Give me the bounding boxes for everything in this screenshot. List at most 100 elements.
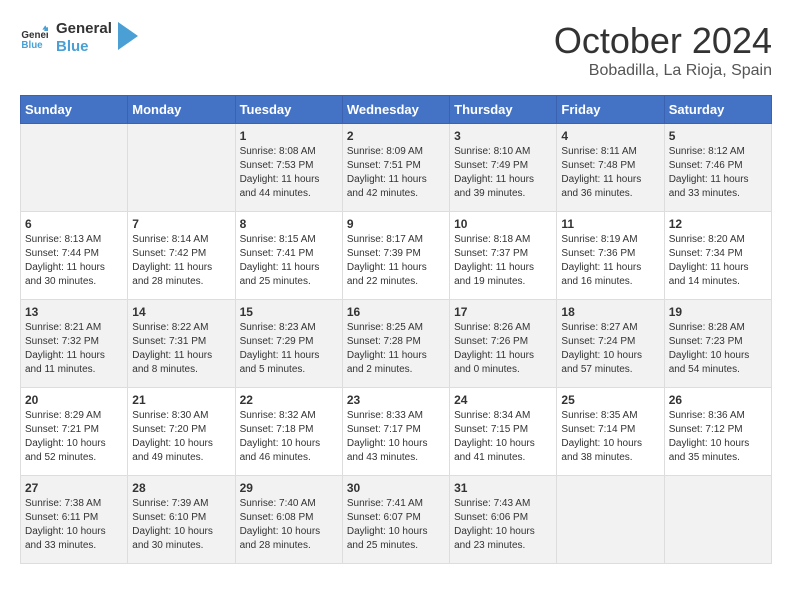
day-number: 1 [240,129,338,143]
calendar-cell [664,476,771,564]
week-row-5: 27 Sunrise: 7:38 AM Sunset: 6:11 PM Dayli… [21,476,772,564]
day-info: Sunrise: 8:32 AM Sunset: 7:18 PM Dayligh… [240,409,338,465]
day-number: 4 [561,129,659,143]
calendar-cell: 7 Sunrise: 8:14 AM Sunset: 7:42 PM Daylig… [128,212,235,300]
day-info: Sunrise: 7:39 AM Sunset: 6:10 PM Dayligh… [132,497,230,553]
calendar-cell: 29 Sunrise: 7:40 AM Sunset: 6:08 PM Dayli… [235,476,342,564]
week-row-4: 20 Sunrise: 8:29 AM Sunset: 7:21 PM Dayli… [21,388,772,476]
calendar-cell: 31 Sunrise: 7:43 AM Sunset: 6:06 PM Dayli… [450,476,557,564]
day-info: Sunrise: 7:40 AM Sunset: 6:08 PM Dayligh… [240,497,338,553]
day-header-thursday: Thursday [450,96,557,124]
day-header-sunday: Sunday [21,96,128,124]
day-info: Sunrise: 8:25 AM Sunset: 7:28 PM Dayligh… [347,321,445,377]
day-info: Sunrise: 8:19 AM Sunset: 7:36 PM Dayligh… [561,233,659,289]
svg-text:Blue: Blue [21,40,43,51]
day-header-monday: Monday [128,96,235,124]
day-info: Sunrise: 8:33 AM Sunset: 7:17 PM Dayligh… [347,409,445,465]
day-number: 11 [561,217,659,231]
calendar-cell: 20 Sunrise: 8:29 AM Sunset: 7:21 PM Dayli… [21,388,128,476]
day-info: Sunrise: 8:26 AM Sunset: 7:26 PM Dayligh… [454,321,552,377]
day-number: 9 [347,217,445,231]
day-info: Sunrise: 7:43 AM Sunset: 6:06 PM Dayligh… [454,497,552,553]
day-number: 2 [347,129,445,143]
header-row: SundayMondayTuesdayWednesdayThursdayFrid… [21,96,772,124]
calendar-cell: 3Sunrise: 8:10 AM Sunset: 7:49 PM Daylig… [450,124,557,212]
day-info: Sunrise: 8:20 AM Sunset: 7:34 PM Dayligh… [669,233,767,289]
day-number: 29 [240,481,338,495]
calendar-cell: 26Sunrise: 8:36 AM Sunset: 7:12 PM Dayli… [664,388,771,476]
day-number: 21 [132,393,230,407]
week-row-3: 13 Sunrise: 8:21 AM Sunset: 7:32 PM Dayli… [21,300,772,388]
calendar-cell: 17 Sunrise: 8:26 AM Sunset: 7:26 PM Dayli… [450,300,557,388]
day-info: Sunrise: 8:23 AM Sunset: 7:29 PM Dayligh… [240,321,338,377]
day-number: 16 [347,305,445,319]
day-info: Sunrise: 8:21 AM Sunset: 7:32 PM Dayligh… [25,321,123,377]
day-number: 27 [25,481,123,495]
day-header-friday: Friday [557,96,664,124]
calendar-cell: 14Sunrise: 8:22 AM Sunset: 7:31 PM Dayli… [128,300,235,388]
calendar-cell: 13 Sunrise: 8:21 AM Sunset: 7:32 PM Dayli… [21,300,128,388]
location-subtitle: Bobadilla, La Rioja, Spain [554,62,772,80]
day-info: Sunrise: 8:17 AM Sunset: 7:39 PM Dayligh… [347,233,445,289]
day-number: 13 [25,305,123,319]
day-info: Sunrise: 8:10 AM Sunset: 7:49 PM Dayligh… [454,145,552,201]
day-info: Sunrise: 8:35 AM Sunset: 7:14 PM Dayligh… [561,409,659,465]
calendar-cell: 22 Sunrise: 8:32 AM Sunset: 7:18 PM Dayli… [235,388,342,476]
day-number: 18 [561,305,659,319]
day-header-tuesday: Tuesday [235,96,342,124]
page-header: General Blue General Blue October 2024 B… [20,20,772,80]
day-info: Sunrise: 8:18 AM Sunset: 7:37 PM Dayligh… [454,233,552,289]
calendar-cell: 4 Sunrise: 8:11 AM Sunset: 7:48 PM Daylig… [557,124,664,212]
day-info: Sunrise: 8:14 AM Sunset: 7:42 PM Dayligh… [132,233,230,289]
day-number: 20 [25,393,123,407]
day-number: 8 [240,217,338,231]
calendar-cell: 16 Sunrise: 8:25 AM Sunset: 7:28 PM Dayli… [342,300,449,388]
day-info: Sunrise: 8:34 AM Sunset: 7:15 PM Dayligh… [454,409,552,465]
day-number: 31 [454,481,552,495]
calendar-cell: 27 Sunrise: 7:38 AM Sunset: 6:11 PM Dayli… [21,476,128,564]
month-title: October 2024 [554,20,772,62]
calendar-cell: 30Sunrise: 7:41 AM Sunset: 6:07 PM Dayli… [342,476,449,564]
calendar-cell: 11 Sunrise: 8:19 AM Sunset: 7:36 PM Dayli… [557,212,664,300]
day-info: Sunrise: 8:12 AM Sunset: 7:46 PM Dayligh… [669,145,767,201]
week-row-1: 1 Sunrise: 8:08 AM Sunset: 7:53 PM Daylig… [21,124,772,212]
day-number: 19 [669,305,767,319]
calendar-cell: 28 Sunrise: 7:39 AM Sunset: 6:10 PM Dayli… [128,476,235,564]
calendar-cell [128,124,235,212]
logo: General Blue General Blue [20,20,138,56]
calendar-cell: 18 Sunrise: 8:27 AM Sunset: 7:24 PM Dayli… [557,300,664,388]
calendar-cell [21,124,128,212]
day-header-saturday: Saturday [664,96,771,124]
calendar-cell: 8 Sunrise: 8:15 AM Sunset: 7:41 PM Daylig… [235,212,342,300]
logo-text-general: General [56,20,112,38]
logo-text-blue: Blue [56,38,112,56]
calendar-cell: 25 Sunrise: 8:35 AM Sunset: 7:14 PM Dayli… [557,388,664,476]
day-number: 25 [561,393,659,407]
day-info: Sunrise: 8:15 AM Sunset: 7:41 PM Dayligh… [240,233,338,289]
day-number: 12 [669,217,767,231]
day-info: Sunrise: 7:38 AM Sunset: 6:11 PM Dayligh… [25,497,123,553]
day-info: Sunrise: 8:27 AM Sunset: 7:24 PM Dayligh… [561,321,659,377]
day-number: 24 [454,393,552,407]
day-info: Sunrise: 8:13 AM Sunset: 7:44 PM Dayligh… [25,233,123,289]
day-number: 26 [669,393,767,407]
day-number: 5 [669,129,767,143]
day-info: Sunrise: 8:29 AM Sunset: 7:21 PM Dayligh… [25,409,123,465]
day-info: Sunrise: 8:08 AM Sunset: 7:53 PM Dayligh… [240,145,338,201]
calendar-cell: 19Sunrise: 8:28 AM Sunset: 7:23 PM Dayli… [664,300,771,388]
calendar-cell: 23 Sunrise: 8:33 AM Sunset: 7:17 PM Dayli… [342,388,449,476]
calendar-cell: 15 Sunrise: 8:23 AM Sunset: 7:29 PM Dayli… [235,300,342,388]
logo-icon: General Blue [20,24,48,52]
day-number: 22 [240,393,338,407]
day-header-wednesday: Wednesday [342,96,449,124]
day-number: 7 [132,217,230,231]
title-block: October 2024 Bobadilla, La Rioja, Spain [554,20,772,80]
day-info: Sunrise: 8:11 AM Sunset: 7:48 PM Dayligh… [561,145,659,201]
calendar-cell: 5 Sunrise: 8:12 AM Sunset: 7:46 PM Daylig… [664,124,771,212]
logo-arrow-icon [118,22,138,50]
day-number: 15 [240,305,338,319]
day-number: 28 [132,481,230,495]
calendar-cell: 24 Sunrise: 8:34 AM Sunset: 7:15 PM Dayli… [450,388,557,476]
day-number: 17 [454,305,552,319]
day-number: 23 [347,393,445,407]
